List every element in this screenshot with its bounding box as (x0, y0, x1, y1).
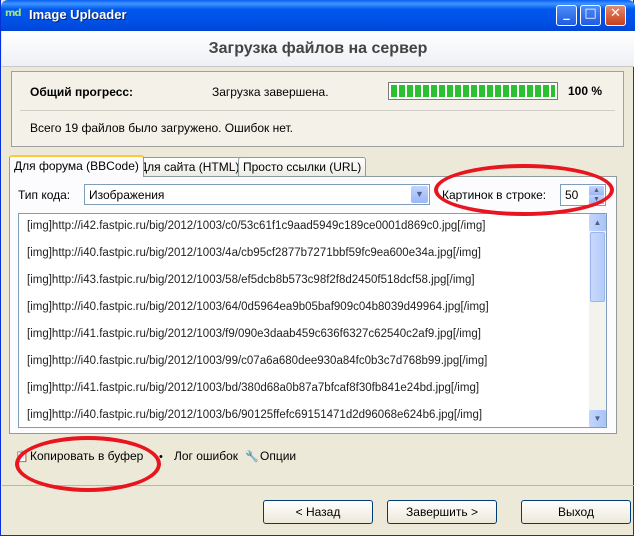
divider (20, 110, 615, 111)
progress-bar-fill (391, 85, 555, 97)
link-line: [img]http://i43.fastpic.ru/big/2012/1003… (27, 274, 475, 286)
code-type-select[interactable]: Изображения ▼ (84, 184, 430, 205)
link-line: [img]http://i41.fastpic.ru/big/2012/1003… (27, 382, 480, 394)
link-line: [img]http://i42.fastpic.ru/big/2012/1003… (27, 220, 486, 232)
scroll-up-icon[interactable]: ▲ (589, 214, 606, 231)
wrench-icon: 🔧 (245, 451, 259, 463)
finish-button[interactable]: Завершить > (387, 500, 497, 524)
options-link[interactable]: 🔧Опции (245, 449, 296, 463)
scroll-down-icon[interactable]: ▼ (589, 410, 606, 427)
minimize-button[interactable]: _ (556, 5, 577, 26)
app-window: md Image Uploader _ □ ✕ Загрузка файлов … (0, 0, 635, 536)
error-log-label: Лог ошибок (174, 449, 239, 463)
close-button[interactable]: ✕ (605, 5, 626, 26)
link-line: [img]http://i40.fastpic.ru/big/2012/1003… (27, 301, 489, 313)
chevron-down-icon[interactable]: ▼ (411, 186, 428, 203)
options-label: Опции (260, 449, 297, 463)
progress-percent: 100 % (568, 84, 603, 98)
spin-up-icon[interactable]: ▲ (589, 186, 604, 195)
scrollbar-thumb[interactable] (590, 232, 605, 302)
exit-button[interactable]: Выход (521, 500, 631, 524)
code-type-label: Тип кода: (18, 188, 71, 202)
vertical-scrollbar[interactable]: ▲ ▼ (589, 214, 606, 427)
app-icon: md (5, 8, 22, 19)
tab-panel: Тип кода: Изображения ▼ Картинок в строк… (9, 176, 617, 434)
copy-to-clipboard-link[interactable]: 📋Копировать в буфер (15, 449, 143, 463)
links-textarea[interactable]: [img]http://i42.fastpic.ru/big/2012/1003… (18, 213, 607, 428)
images-per-row-spinner[interactable]: 50 ▲ ▼ (560, 184, 606, 206)
back-button[interactable]: < Назад (263, 500, 373, 524)
upload-summary: Всего 19 файлов было загружено. Ошибок н… (30, 121, 293, 135)
error-log-link[interactable]: • Лог ошибок (159, 449, 238, 463)
code-type-value: Изображения (89, 188, 165, 202)
log-icon: • (159, 451, 163, 463)
images-per-row-value[interactable]: 50 (565, 188, 578, 202)
progress-status: Загрузка завершена. (212, 85, 329, 99)
images-per-row-label: Картинок в строке: (442, 188, 547, 202)
maximize-button[interactable]: □ (580, 5, 601, 26)
link-line: [img]http://i40.fastpic.ru/big/2012/1003… (27, 355, 488, 367)
title-bar[interactable]: md Image Uploader _ □ ✕ (1, 0, 635, 31)
page-title: Загрузка файлов на сервер (208, 40, 428, 57)
divider (2, 485, 634, 486)
tab-site-html[interactable]: Для сайта (HTML) (134, 157, 245, 176)
progress-label: Общий прогресс: (30, 85, 134, 99)
window-title: Image Uploader (29, 7, 127, 22)
wizard-header: Загрузка файлов на сервер (2, 31, 634, 67)
clipboard-icon: 📋 (15, 451, 29, 463)
progress-panel: Общий прогресс: Загрузка завершена. 100 … (11, 71, 624, 147)
copy-to-clipboard-label: Копировать в буфер (30, 449, 144, 463)
annotation-circle-copy (15, 436, 161, 492)
progress-bar (388, 82, 558, 100)
spin-down-icon[interactable]: ▼ (589, 195, 604, 204)
link-line: [img]http://i41.fastpic.ru/big/2012/1003… (27, 328, 481, 340)
link-line: [img]http://i40.fastpic.ru/big/2012/1003… (27, 409, 483, 421)
link-line: [img]http://i40.fastpic.ru/big/2012/1003… (27, 247, 481, 259)
tab-plain-links[interactable]: Просто ссылки (URL) (238, 157, 367, 176)
tab-forum-bbcode[interactable]: Для форума (BBCode) (9, 155, 144, 177)
